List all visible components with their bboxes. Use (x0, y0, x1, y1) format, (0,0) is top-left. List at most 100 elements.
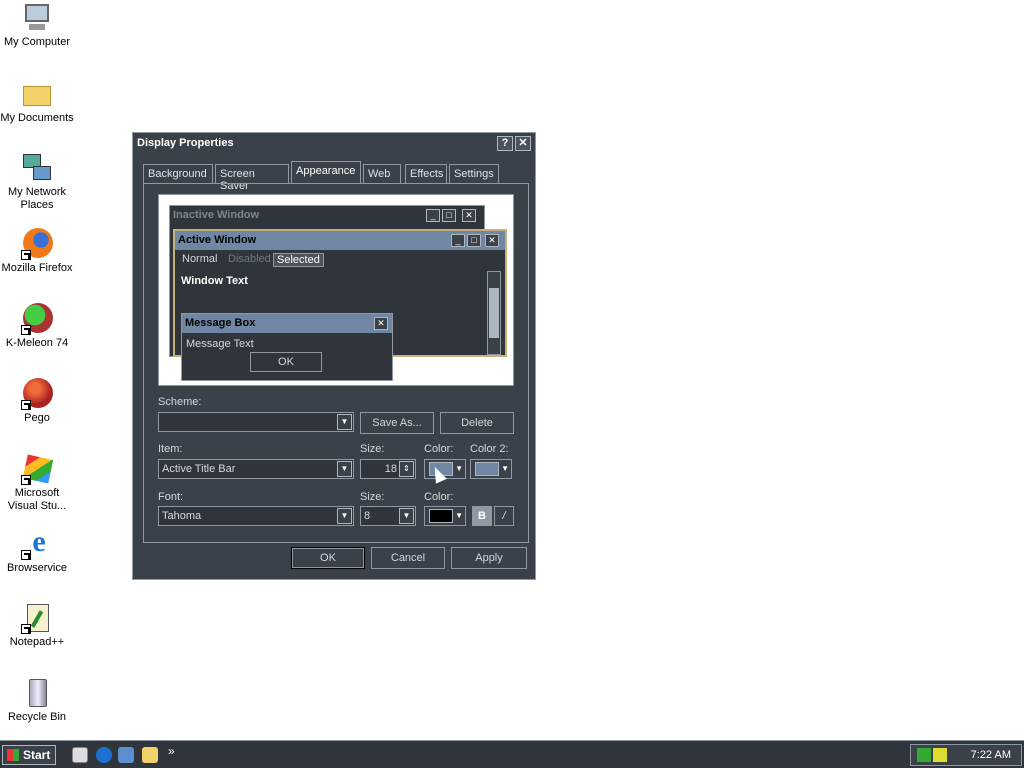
visual-studio-icon (21, 453, 54, 485)
desktop-icon-my-computer[interactable]: My Computer (0, 2, 74, 49)
tab-background[interactable]: Background (143, 164, 213, 184)
desktop-icon-firefox[interactable]: Mozilla Firefox (0, 228, 74, 275)
item-color2-picker[interactable]: ▼ (470, 459, 512, 479)
font-color-swatch (429, 509, 453, 523)
save-as-button[interactable]: Save As... (360, 412, 434, 434)
item-color-label: Color: (424, 443, 454, 455)
outlook-express-icon[interactable] (118, 747, 134, 763)
font-color-label: Color: (424, 491, 454, 503)
explorer-icon[interactable] (142, 747, 158, 763)
tab-web[interactable]: Web (363, 164, 401, 184)
tab-appearance[interactable]: Appearance (291, 161, 361, 184)
delete-button[interactable]: Delete (440, 412, 514, 434)
close-button[interactable]: ✕ (515, 136, 531, 151)
font-label: Font: (158, 491, 184, 503)
preview-msgbox-text: Message Text (186, 338, 254, 350)
item-label: Item: (158, 443, 183, 455)
desktop-icon-visual-studio[interactable]: Microsoft Visual Stu... (0, 453, 74, 513)
chevron-down-icon: ▼ (399, 508, 414, 524)
desktop-icon-label: Notepad++ (9, 636, 65, 648)
pego-icon (21, 378, 53, 410)
firefox-icon (21, 228, 53, 260)
appearance-panel: Inactive Window _ □ ✕ Active Window _ □ … (143, 183, 529, 543)
italic-toggle[interactable]: / (494, 506, 514, 526)
preview-scrollbar (487, 271, 501, 355)
desktop-icon-label: Pego (24, 412, 50, 424)
desktop-icon-notepad-plus-plus[interactable]: Notepad++ (0, 602, 74, 649)
preview-msgbox-ok: OK (250, 352, 322, 372)
preview-menu-disabled: Disabled (228, 253, 271, 265)
font-size-dropdown[interactable]: 8 ▼ (360, 506, 416, 526)
clock[interactable]: 7:22 AM (971, 749, 1011, 761)
apply-button[interactable]: Apply (451, 547, 527, 569)
close-icon: ✕ (374, 317, 388, 330)
help-button[interactable]: ? (497, 136, 513, 151)
chevron-down-icon: ▼ (337, 461, 352, 477)
chevron-down-icon: ▼ (337, 508, 352, 524)
preview-window-text: Window Text (181, 275, 248, 287)
desktop-icon-my-documents[interactable]: My Documents (0, 78, 74, 125)
desktop-icon-network-places[interactable]: My Network Places (0, 152, 74, 212)
tab-settings[interactable]: Settings (449, 164, 499, 184)
maximize-icon: □ (467, 234, 481, 247)
tab-screen-saver[interactable]: Screen Saver (215, 164, 289, 192)
stepper-arrows-icon: ⇕ (399, 461, 414, 477)
chevron-down-icon: ▼ (337, 414, 352, 430)
internet-explorer-icon: e (21, 527, 53, 560)
desktop-icon-label: My Documents (0, 112, 74, 124)
preview-menu-selected: Selected (273, 253, 324, 267)
show-desktop-icon[interactable] (72, 747, 88, 763)
system-tray: 7:22 AM (910, 744, 1022, 766)
internet-explorer-icon[interactable] (96, 747, 112, 763)
close-icon: ✕ (485, 234, 499, 247)
desktop-icon-k-meleon[interactable]: K-Meleon 74 (0, 303, 74, 350)
item-dropdown[interactable]: Active Title Bar ▼ (158, 459, 354, 479)
network-icon (21, 152, 53, 184)
ok-button[interactable]: OK (291, 547, 365, 569)
desktop-icon-label: Recycle Bin (7, 711, 67, 723)
windows-flag-icon (7, 749, 19, 761)
desktop-icon-recycle-bin[interactable]: Recycle Bin (0, 677, 74, 724)
quick-launch-chevron[interactable]: » (168, 744, 175, 758)
close-icon: ✕ (462, 209, 476, 222)
desktop-icon-label: K-Meleon 74 (5, 337, 69, 349)
maximize-icon: □ (442, 209, 456, 222)
desktop-icon-label: Mozilla Firefox (1, 262, 73, 274)
desktop-icon-label: Microsoft Visual Stu... (7, 487, 67, 512)
font-size-label: Size: (360, 491, 385, 503)
dialog-title: Display Properties (137, 137, 234, 149)
minimize-icon: _ (451, 234, 465, 247)
scheme-label: Scheme: (158, 396, 202, 408)
preview-message-box: Message Box ✕ Message Text OK (181, 313, 393, 381)
scheme-dropdown[interactable]: ▼ (158, 412, 354, 432)
display-properties-dialog: Display Properties ? ✕ Background Screen… (132, 132, 536, 580)
item-size-stepper[interactable]: 18 ⇕ (360, 459, 416, 479)
desktop-icon-label: My Network Places (7, 186, 67, 211)
taskbar: Start » 7:22 AM (0, 740, 1024, 768)
desktop-icon-label: Browservice (7, 562, 67, 574)
appearance-preview[interactable]: Inactive Window _ □ ✕ Active Window _ □ … (158, 194, 514, 386)
start-button[interactable]: Start (2, 745, 56, 765)
font-dropdown[interactable]: Tahoma ▼ (158, 506, 354, 526)
recycle-bin-icon (21, 677, 53, 709)
bold-toggle[interactable]: B (472, 506, 492, 526)
item-size-label: Size: (360, 443, 385, 455)
dialog-title-bar[interactable]: Display Properties (133, 133, 535, 155)
folder-icon (21, 78, 53, 110)
notepad-icon (21, 602, 53, 634)
item-color2-swatch (475, 462, 499, 476)
network-tray-icon[interactable] (917, 748, 931, 762)
tab-effects[interactable]: Effects (405, 164, 447, 184)
preview-msgbox-title: Message Box (182, 314, 392, 333)
desktop-icon-pego[interactable]: Pego (0, 378, 74, 425)
computer-icon (21, 2, 53, 34)
desktop-icon-browservice[interactable]: e Browservice (0, 527, 74, 575)
item-color2-label: Color 2: (470, 443, 509, 455)
font-color-picker[interactable]: ▼ (424, 506, 466, 526)
minimize-icon: _ (426, 209, 440, 222)
preview-menu-normal: Normal (182, 253, 218, 265)
security-tray-icon[interactable] (933, 748, 947, 762)
cancel-button[interactable]: Cancel (371, 547, 445, 569)
k-meleon-icon (21, 303, 53, 335)
desktop-icon-label: My Computer (3, 36, 71, 48)
